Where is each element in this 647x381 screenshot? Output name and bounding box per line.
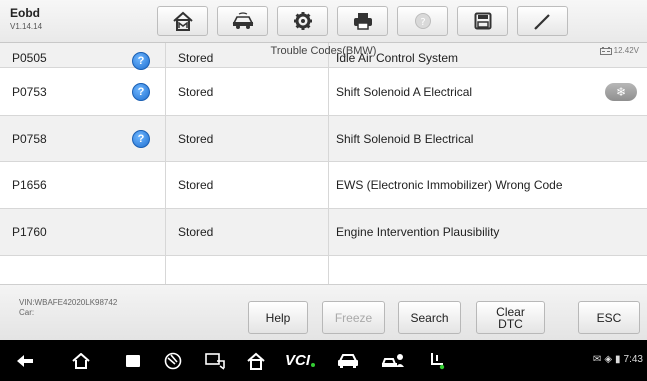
vci-status-dot (311, 362, 315, 367)
home-icon (172, 11, 193, 31)
dtc-status-cell (166, 256, 329, 284)
vehicle-icon (232, 12, 253, 29)
home-nav-icon (72, 352, 90, 369)
settings-button[interactable] (277, 6, 328, 36)
dtc-description-cell: EWS (Electronic Immobilizer) Wrong Code (329, 162, 647, 208)
save-icon (474, 12, 491, 30)
battery-icon (599, 46, 612, 55)
dtc-code: P1656 (12, 178, 47, 192)
recent-apps-button[interactable] (118, 340, 148, 381)
clear-dtc-label-1: Clear (496, 304, 525, 319)
dtc-description-cell (329, 256, 647, 284)
dtc-code: P0753 (12, 84, 47, 99)
dtc-code-cell: P0753? (0, 68, 166, 115)
home-button[interactable] (157, 6, 208, 36)
dtc-code-cell: P1656 (0, 162, 166, 208)
page-title: Trouble Codes(BMW) (270, 45, 377, 57)
remote-icon (205, 352, 225, 370)
dtc-status: Stored (178, 131, 214, 146)
clear-dtc-label-2: DTC (498, 316, 523, 331)
print-icon (353, 13, 372, 30)
dtc-description: Shift Solenoid B Electrical (336, 131, 474, 146)
dtc-description: Shift Solenoid A Electrical (336, 84, 473, 99)
dtc-code: P0758 (12, 131, 47, 146)
battery-status-icon: ▮ (615, 354, 621, 365)
vin-text: VIN:WBAFE42020LK98742 (19, 298, 118, 307)
dtc-status-cell: Stored (166, 162, 329, 208)
dtc-code-cell: P0758? (0, 116, 166, 161)
table-row[interactable]: ? (0, 256, 647, 284)
dtc-status: Stored (178, 178, 214, 192)
vehicle-button[interactable] (217, 6, 268, 36)
edit-icon (533, 14, 550, 30)
dtc-description-cell: Shift Solenoid B Electrical (329, 116, 647, 161)
update-icon (431, 352, 445, 369)
freeze-frame-icon[interactable]: ❄ (605, 82, 637, 101)
function-bar: VIN:WBAFE42020LK98742 Car: Help Freeze S… (0, 284, 647, 340)
notification-icon: ✉ (592, 354, 602, 365)
top-toolbar: Eobd V1.14.14 ? (0, 0, 647, 43)
car-service-icon (382, 353, 404, 367)
clear-dtc-button[interactable]: Clear DTC (476, 301, 545, 334)
home-nav-button[interactable] (66, 340, 96, 381)
svg-text:?: ? (420, 17, 425, 28)
app-shortcut-4[interactable] (333, 340, 363, 381)
table-row[interactable]: P0758? Stored Shift Solenoid B Electrical (0, 116, 647, 162)
recent-apps-icon (126, 354, 140, 367)
wifi-icon: ◈ (604, 354, 613, 365)
home-garage-icon (247, 352, 265, 370)
dtc-help-icon[interactable]: ? (132, 129, 150, 148)
table-row[interactable]: P1656 Stored EWS (Electronic Immobilizer) … (0, 162, 647, 209)
dtc-code-cell: P1760 (0, 209, 166, 255)
clock: 7:43 (623, 354, 643, 365)
dtc-status: Stored (178, 84, 214, 99)
system-tray: ✉ ◈ ▮ 7:43 (593, 354, 643, 365)
app-shortcut-3[interactable] (243, 340, 269, 381)
app-shortcut-5[interactable] (378, 340, 408, 381)
dtc-code-cell: ? (0, 256, 166, 284)
dtc-description: Engine Intervention Plausibility (336, 225, 500, 239)
dtc-code: P1760 (12, 225, 47, 239)
back-arrow-icon (17, 354, 33, 367)
search-button[interactable]: Search (398, 301, 461, 334)
help-circle-icon: ? (414, 13, 431, 29)
app-shortcut-6[interactable] (424, 340, 450, 381)
app-title: Eobd (10, 6, 40, 20)
trouble-codes-table: P0505? Stored Idle Air Control System P0753… (0, 43, 647, 284)
vci-label: VCI (284, 352, 310, 369)
vci-shortcut[interactable]: VCI (280, 340, 320, 381)
dtc-status-cell: Stored (166, 116, 329, 161)
esc-button[interactable]: ESC (578, 301, 640, 334)
table-row[interactable]: P1760 Stored Engine Intervention Plausibil… (0, 209, 647, 256)
dtc-description-cell: Shift Solenoid A Electrical ❄ (329, 68, 647, 115)
dtc-status-cell: Stored (166, 68, 329, 115)
vehicle-info: VIN:WBAFE42020LK98742 Car: (19, 298, 117, 318)
app-shortcut-1[interactable] (160, 340, 186, 381)
info-button[interactable]: ? (397, 6, 448, 36)
dtc-help-icon[interactable]: ? (132, 82, 150, 101)
dtc-description: EWS (Electronic Immobilizer) Wrong Code (336, 178, 563, 192)
car-text: Car: (19, 308, 35, 317)
browser-icon (164, 352, 182, 369)
system-navbar: VCI ✉ ◈ ▮ 7:43 (0, 340, 647, 381)
app-version: V1.14.14 (10, 22, 43, 31)
print-button[interactable] (337, 6, 388, 36)
dtc-description-cell: Engine Intervention Plausibility (329, 209, 647, 255)
settings-icon (293, 12, 312, 30)
dtc-status: Stored (178, 225, 214, 239)
freeze-button[interactable]: Freeze (322, 301, 385, 334)
app-shortcut-2[interactable] (201, 340, 229, 381)
save-button[interactable] (457, 6, 508, 36)
dtc-status-cell: Stored (166, 209, 329, 255)
table-row[interactable]: P0753? Stored Shift Solenoid A Electrical ❄ (0, 68, 647, 116)
car-icon (338, 353, 358, 368)
battery-voltage: 12.42V (613, 46, 639, 55)
battery-indicator: 12.42V (599, 46, 639, 55)
help-button[interactable]: Help (248, 301, 308, 334)
edit-button[interactable] (517, 6, 568, 36)
back-button[interactable] (10, 340, 40, 381)
